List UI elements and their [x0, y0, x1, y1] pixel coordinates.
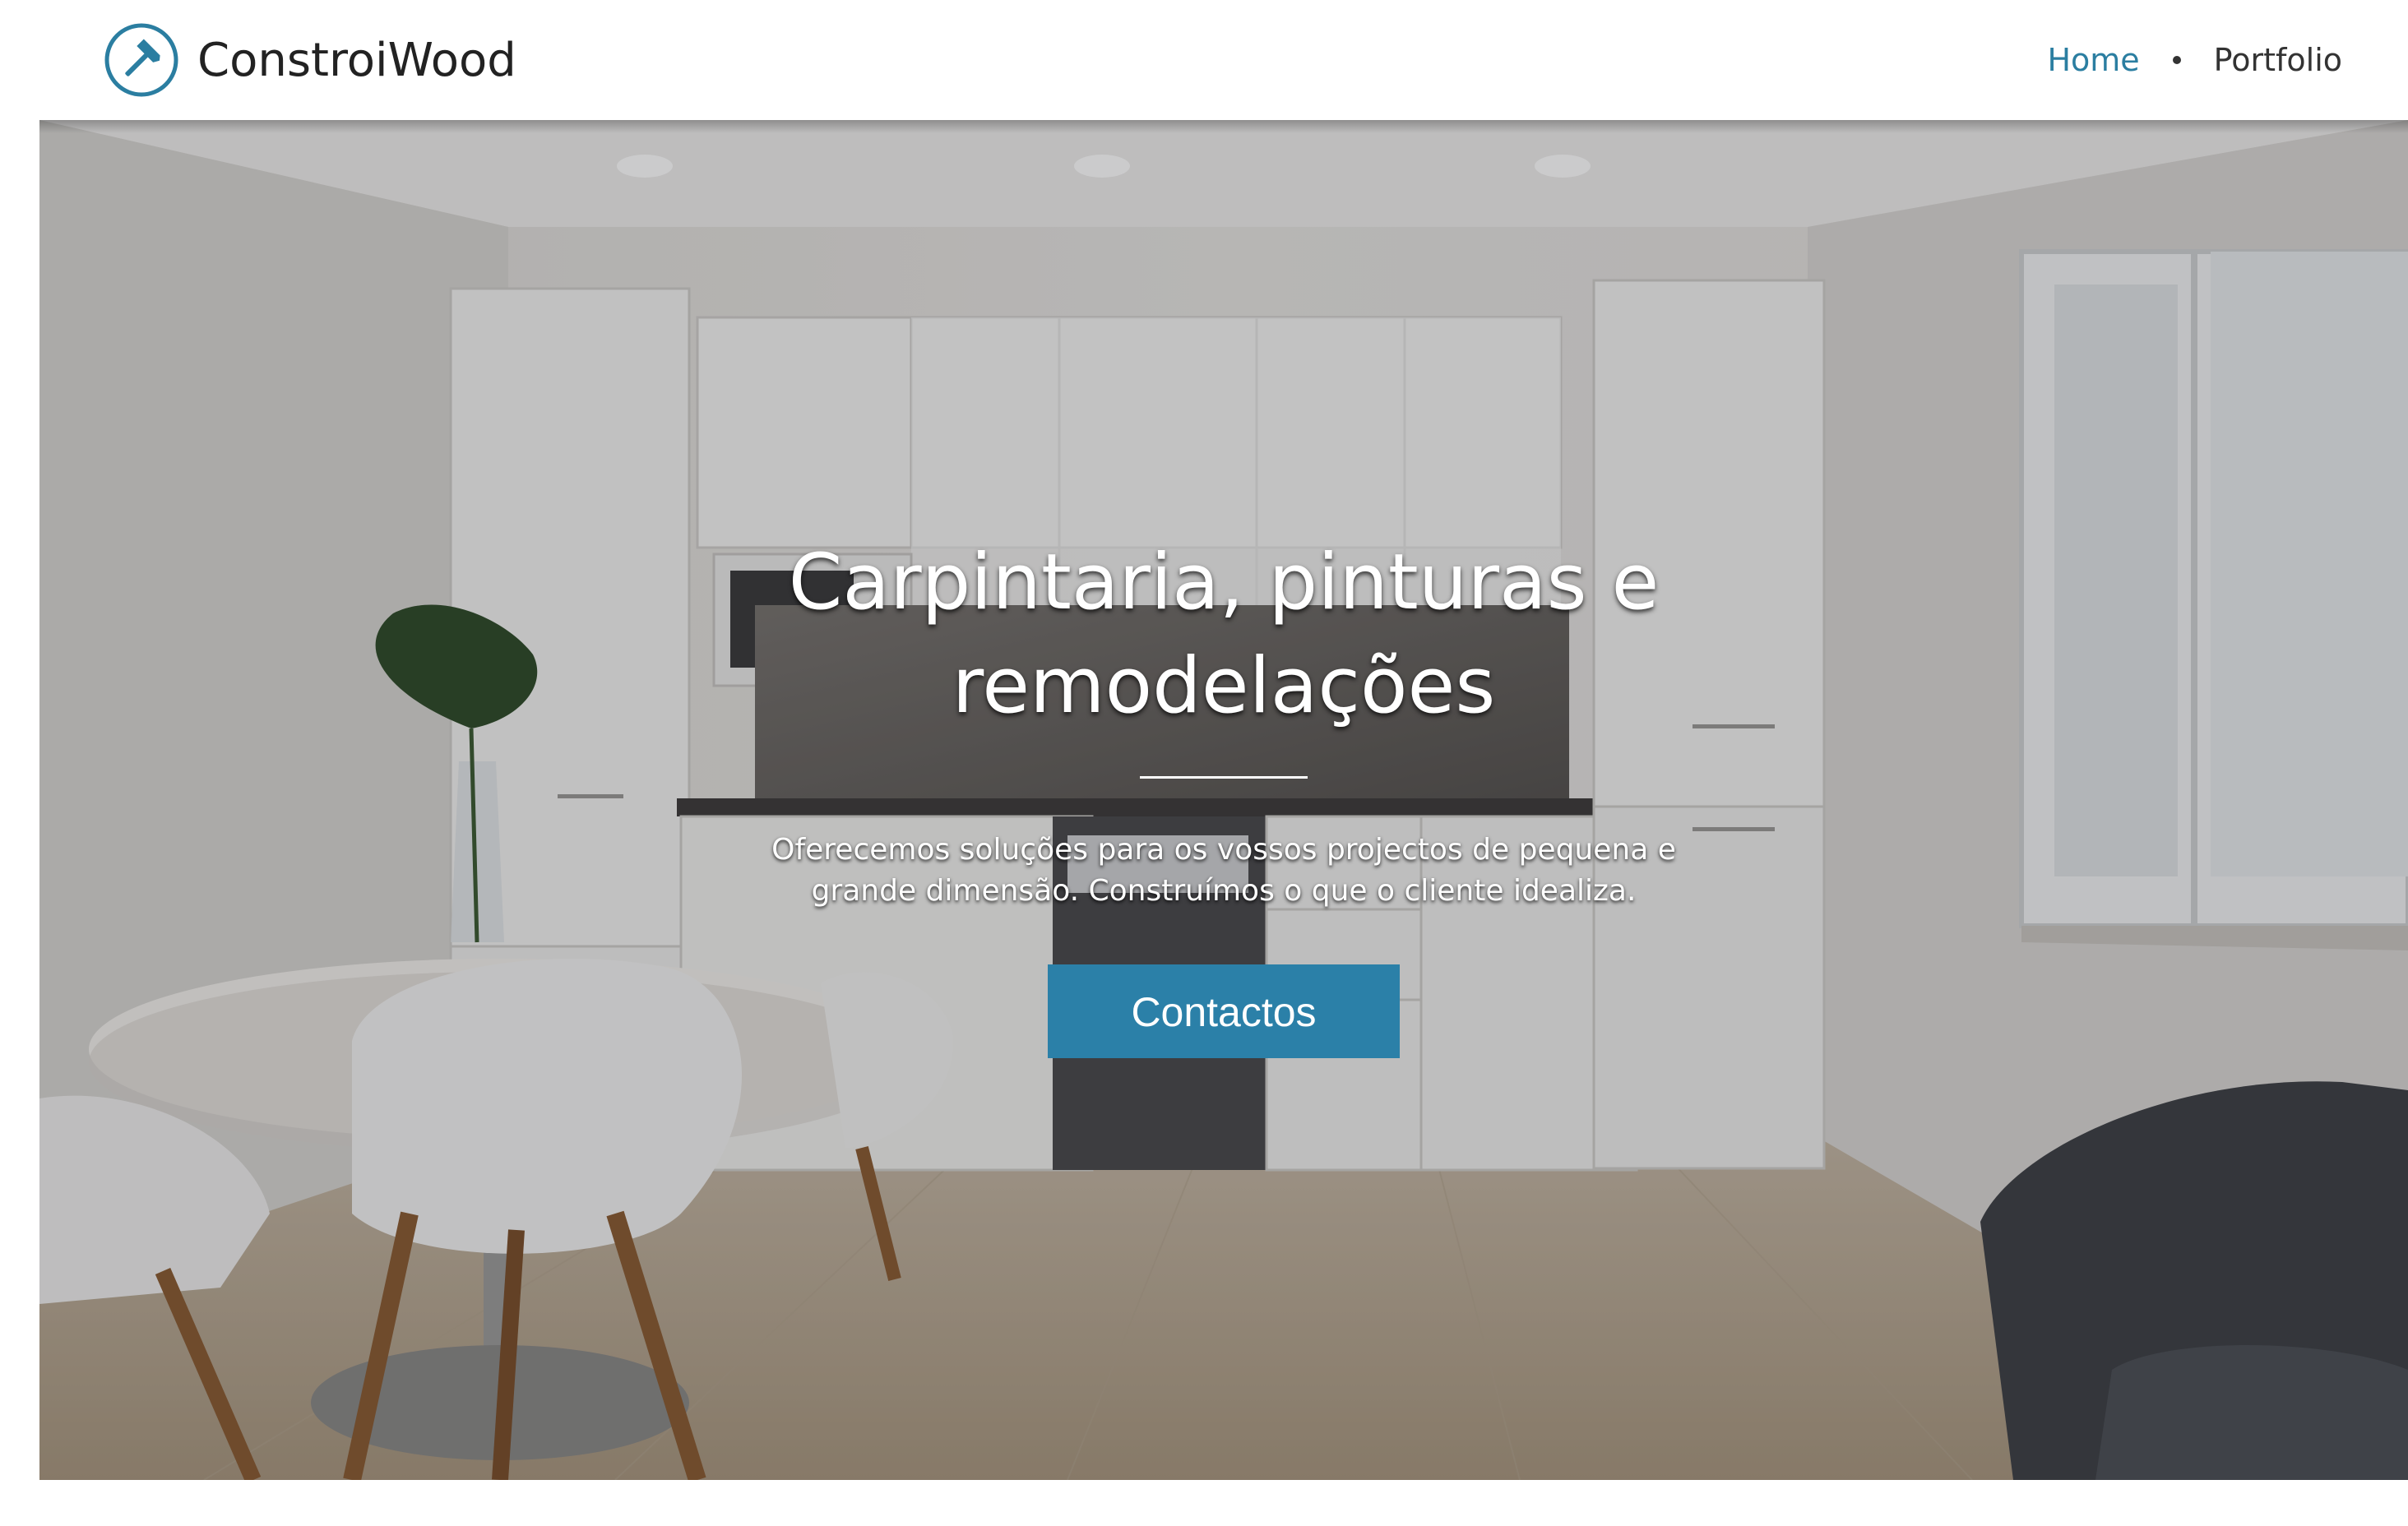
site-header: ConstroiWood Home Portfolio	[0, 0, 2408, 120]
hammer-icon	[104, 23, 178, 97]
hero-section: Carpintaria, pinturas e remodelações Ofe…	[39, 120, 2408, 1480]
nav-link-portfolio[interactable]: Portfolio	[2214, 42, 2342, 78]
main-nav: Home Portfolio	[2047, 33, 2342, 87]
hero-title: Carpintaria, pinturas e remodelações	[788, 538, 1660, 731]
nav-link-home[interactable]: Home	[2047, 42, 2139, 78]
hero-content: Carpintaria, pinturas e remodelações Ofe…	[39, 531, 2408, 1058]
nav-separator-dot	[2172, 56, 2181, 64]
brand-logo[interactable]: ConstroiWood	[104, 21, 516, 99]
contactos-button[interactable]: Contactos	[1048, 964, 1400, 1058]
brand-name: ConstroiWood	[197, 33, 516, 87]
hero-subtitle: Oferecemos soluções para os vossos proje…	[771, 833, 1676, 908]
header-shadow	[39, 120, 2408, 133]
hero-divider	[1140, 776, 1308, 779]
